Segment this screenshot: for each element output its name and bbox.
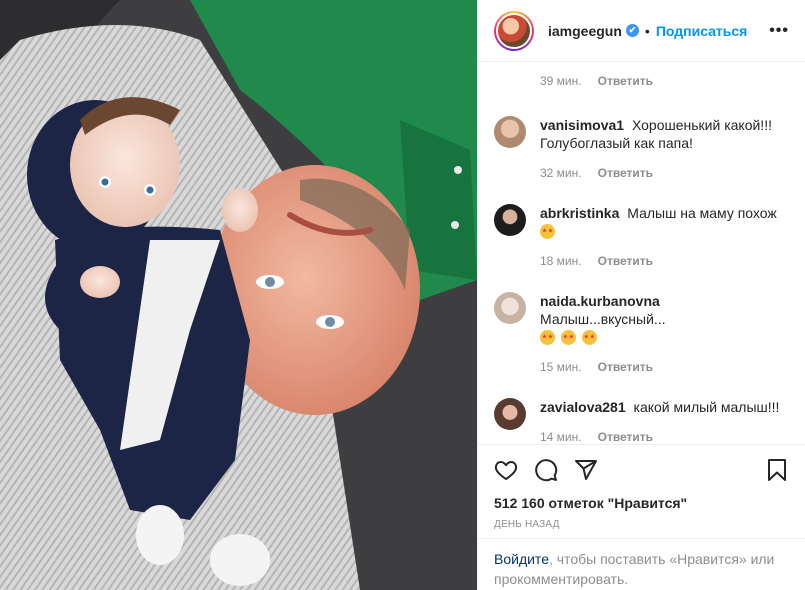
star-struck-emoji-icon xyxy=(540,330,555,345)
commenter-avatar[interactable] xyxy=(494,398,526,430)
comment-text: какой милый малыш!!! xyxy=(633,399,780,415)
commenter-avatar[interactable] xyxy=(494,116,526,148)
heart-icon[interactable] xyxy=(494,457,534,483)
commenter-avatar[interactable] xyxy=(494,292,526,324)
reply-button[interactable]: Ответить xyxy=(598,358,653,376)
caption-meta: 39 мин. Ответить xyxy=(494,74,789,94)
commenter-username[interactable]: naida.kurbanovna xyxy=(540,293,660,309)
commenter-username[interactable]: zavialova281 xyxy=(540,399,626,415)
post-image xyxy=(0,0,477,590)
comment-meta: 18 мин. Ответить xyxy=(540,252,789,270)
commenter-username[interactable]: vanisimova1 xyxy=(540,117,624,133)
star-struck-emoji-icon xyxy=(540,224,555,239)
commenter-avatar[interactable] xyxy=(494,204,526,236)
comment-time: 15 мин. xyxy=(540,360,582,374)
separator-dot: • xyxy=(644,22,650,39)
reply-button[interactable]: Ответить xyxy=(598,252,653,270)
verified-badge-icon: ✔ xyxy=(625,24,639,37)
comment-text: Малыш...вкусный... xyxy=(540,311,666,327)
login-link[interactable]: Войдите xyxy=(494,551,549,567)
author-avatar-image xyxy=(496,12,532,49)
post-side-panel: iamgeegun ✔ • Подписаться ••• 39 мин. От… xyxy=(477,0,805,590)
comment-body: vanisimova1 Хорошенький какой!!! Голубог… xyxy=(540,116,789,182)
reply-button[interactable]: Ответить xyxy=(598,428,653,442)
comment-meta: 32 мин. Ответить xyxy=(540,164,789,182)
commenter-username[interactable]: abrkristinka xyxy=(540,205,619,221)
post-actions: 512 160 отметок "Нравится" День назад xyxy=(478,444,805,530)
comment-item: zavialova281 какой милый малыш!!! 14 мин… xyxy=(494,398,789,442)
comment-time: 39 мин. xyxy=(540,74,582,88)
post-header: iamgeegun ✔ • Подписаться ••• xyxy=(478,0,805,62)
comment-body: zavialova281 какой милый малыш!!! 14 мин… xyxy=(540,398,789,442)
more-options-icon[interactable]: ••• xyxy=(769,22,789,40)
comment-meta: 15 мин. Ответить xyxy=(540,358,789,376)
post-photo[interactable] xyxy=(0,0,477,590)
comments-list[interactable]: 39 мин. Ответить vanisimova1 Хорошенький… xyxy=(478,62,805,442)
comment-item: vanisimova1 Хорошенький какой!!! Голубог… xyxy=(494,116,789,182)
comment-item: abrkristinka Малыш на маму похож 18 мин.… xyxy=(494,204,789,270)
author-username[interactable]: iamgeegun xyxy=(548,23,622,39)
follow-button[interactable]: Подписаться xyxy=(656,23,748,39)
reply-button[interactable]: Ответить xyxy=(598,74,653,94)
action-icons xyxy=(494,445,789,495)
comment-meta: 14 мин. Ответить xyxy=(540,428,789,442)
share-icon[interactable] xyxy=(574,457,614,483)
comment-time: 14 мин. xyxy=(540,430,582,442)
post-timestamp[interactable]: День назад xyxy=(494,519,789,530)
bookmark-icon[interactable] xyxy=(765,457,789,483)
comment-time: 32 мин. xyxy=(540,166,582,180)
comment-item: naida.kurbanovna Малыш...вкусный... 15 м… xyxy=(494,292,789,376)
login-prompt: Войдите, чтобы поставить «Нравится» или … xyxy=(478,538,805,589)
likes-count[interactable]: 512 160 отметок "Нравится" xyxy=(494,495,789,511)
comment-time: 18 мин. xyxy=(540,254,582,268)
reply-button[interactable]: Ответить xyxy=(598,164,653,182)
author-avatar[interactable] xyxy=(494,10,534,51)
comment-icon[interactable] xyxy=(534,457,574,483)
star-struck-emoji-icon xyxy=(581,330,597,345)
comment-text: Малыш на маму похож xyxy=(627,205,777,221)
star-struck-emoji-icon xyxy=(560,330,576,345)
comment-body: naida.kurbanovna Малыш...вкусный... 15 м… xyxy=(540,292,789,376)
comment-body: abrkristinka Малыш на маму похож 18 мин.… xyxy=(540,204,789,270)
